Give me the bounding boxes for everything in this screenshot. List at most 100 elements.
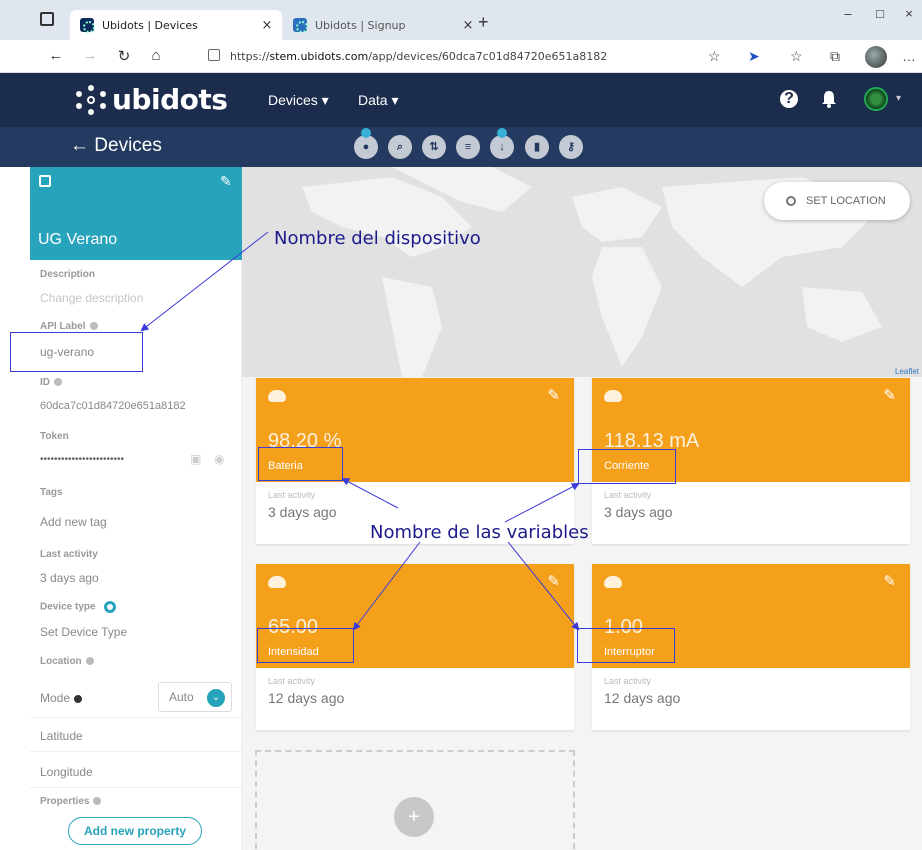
mode-label-text: Mode <box>40 691 71 705</box>
minimize-button[interactable]: – <box>834 6 862 26</box>
device-toolbar: ← Devices ● ⌕ ⇅ ≡ ↓ ▮ ⚷ <box>0 127 922 167</box>
tags-input[interactable]: Add new tag <box>40 515 107 529</box>
divider <box>30 787 242 788</box>
device-header-card: ✎ UG Verano <box>30 167 242 260</box>
menu-devices[interactable]: Devices ▾ <box>268 92 329 109</box>
extension-icon[interactable]: ➤ <box>748 48 760 65</box>
tab-ubidots-devices[interactable]: Ubidots | Devices × <box>70 10 282 40</box>
export-icon[interactable]: ↓ <box>490 128 514 159</box>
url-field[interactable]: https://stem.ubidots.com/app/devices/60d… <box>230 50 607 63</box>
cloud-icon <box>604 576 622 588</box>
description-field[interactable]: Change description <box>40 291 143 305</box>
maximize-button[interactable]: □ <box>866 6 894 26</box>
info-icon[interactable] <box>89 322 98 331</box>
device-type-label: Device type <box>40 601 116 613</box>
show-token-icon[interactable]: ◉ <box>214 452 224 466</box>
close-window-button[interactable]: × <box>895 6 922 26</box>
token-label: Token <box>40 431 69 442</box>
tab-close-icon[interactable]: × <box>258 18 276 33</box>
add-new-property-button[interactable]: Add new property <box>68 817 202 845</box>
key-icon[interactable]: ⚷ <box>559 135 583 159</box>
set-location-button[interactable]: SET LOCATION <box>764 182 910 220</box>
cloud-icon <box>268 576 286 588</box>
tab-title: Ubidots | Signup <box>315 18 406 32</box>
new-tab-button[interactable]: + <box>478 12 489 33</box>
screenshot-root: Ubidots | Devices × Ubidots | Signup × +… <box>0 0 922 850</box>
annotation-box-interruptor <box>577 628 675 663</box>
annotation-box-intensidad <box>257 628 354 663</box>
latitude-field[interactable]: Latitude <box>40 729 83 743</box>
device-id-value: 60dca7c01d84720e651a8182 <box>40 400 186 412</box>
id-label: ID <box>40 377 62 388</box>
lock-icon[interactable] <box>208 49 220 61</box>
set-location-label: SET LOCATION <box>806 195 886 207</box>
bell-icon[interactable] <box>820 90 838 108</box>
avatar-caret-icon[interactable]: ▾ <box>896 93 901 104</box>
divider <box>30 717 242 718</box>
back-to-devices-link[interactable]: ← Devices <box>70 135 162 157</box>
crosshair-icon <box>786 196 796 206</box>
home-icon[interactable]: ⌂ <box>146 47 166 67</box>
last-activity-label: Last activity <box>40 549 98 560</box>
edit-variable-icon[interactable]: ✎ <box>883 386 896 404</box>
favorite-star-icon[interactable]: ☆ <box>708 48 721 65</box>
edit-variable-icon[interactable]: ✎ <box>547 386 560 404</box>
collections-icon[interactable]: ⧉ <box>830 48 840 65</box>
filter-icon[interactable]: ⇅ <box>422 135 446 159</box>
edit-device-icon[interactable]: ✎ <box>220 173 232 190</box>
chevron-down-icon[interactable]: ⌄ <box>207 689 225 707</box>
device-type-icon[interactable] <box>103 601 116 613</box>
logo-text: ubidots <box>112 83 228 116</box>
add-variable-plus-icon[interactable]: + <box>394 797 434 837</box>
ubidots-logo[interactable]: ubidots <box>76 83 228 116</box>
annotation-box-corriente <box>578 449 676 484</box>
forward-arrow-icon[interactable]: → <box>80 47 100 67</box>
search-icon[interactable]: ⌕ <box>388 135 412 159</box>
favorites-icon[interactable]: ☆ <box>790 48 803 65</box>
longitude-field[interactable]: Longitude <box>40 765 93 779</box>
back-arrow-icon[interactable]: ← <box>46 47 66 67</box>
tab-actions-icon[interactable] <box>40 12 54 26</box>
annotation-variable-names: Nombre de las variables <box>370 522 589 543</box>
info-icon[interactable] <box>54 378 62 387</box>
leaflet-attribution[interactable]: Leaflet <box>895 367 919 376</box>
user-avatar[interactable] <box>864 87 888 111</box>
info-icon[interactable] <box>74 694 83 703</box>
edit-variable-icon[interactable]: ✎ <box>547 572 560 590</box>
last-activity-label: Last activity <box>268 676 316 686</box>
mode-select[interactable]: Auto ⌄ <box>158 682 232 712</box>
last-activity-label: Last activity <box>604 676 652 686</box>
tags-label: Tags <box>40 487 63 498</box>
tab-close-icon[interactable]: × <box>459 18 477 33</box>
ubidots-logo-icon <box>76 84 106 115</box>
app-header: ubidots Devices ▾ Data ▾ ? ▾ <box>0 73 922 127</box>
api-label-text: API Label <box>40 321 86 332</box>
ubidots-favicon-icon <box>293 18 308 33</box>
last-activity-value: 3 days ago <box>268 504 337 520</box>
tab-ubidots-signup[interactable]: Ubidots | Signup × <box>283 10 483 40</box>
description-label: Description <box>40 269 96 280</box>
annotation-box-bateria <box>258 447 343 481</box>
help-icon[interactable]: ? <box>780 90 798 108</box>
info-icon[interactable] <box>85 657 94 666</box>
tab-title: Ubidots | Devices <box>102 18 198 32</box>
last-activity-value: 12 days ago <box>604 690 681 706</box>
reload-icon[interactable]: ↻ <box>114 47 134 67</box>
device-name[interactable]: UG Verano <box>38 231 117 249</box>
device-icon[interactable]: ● <box>354 128 378 159</box>
device-type-field[interactable]: Set Device Type <box>40 625 127 639</box>
last-activity-label: Last activity <box>268 490 316 500</box>
copy-token-icon[interactable]: ▣ <box>190 452 201 466</box>
menu-data[interactable]: Data ▾ <box>358 92 399 109</box>
last-activity-value: 12 days ago <box>268 690 345 706</box>
more-menu-icon[interactable]: … <box>902 48 916 64</box>
info-icon[interactable] <box>93 797 102 806</box>
browser-profile-avatar[interactable] <box>865 46 887 68</box>
mode-select-value: Auto <box>169 690 194 704</box>
address-bar: ← → ↻ ⌂ https://stem.ubidots.com/app/dev… <box>0 40 922 73</box>
cloud-icon <box>604 390 622 402</box>
edit-variable-icon[interactable]: ✎ <box>883 572 896 590</box>
delete-icon[interactable]: ▮ <box>525 135 549 159</box>
cloud-icon <box>268 390 286 402</box>
list-icon[interactable]: ≡ <box>456 135 480 159</box>
